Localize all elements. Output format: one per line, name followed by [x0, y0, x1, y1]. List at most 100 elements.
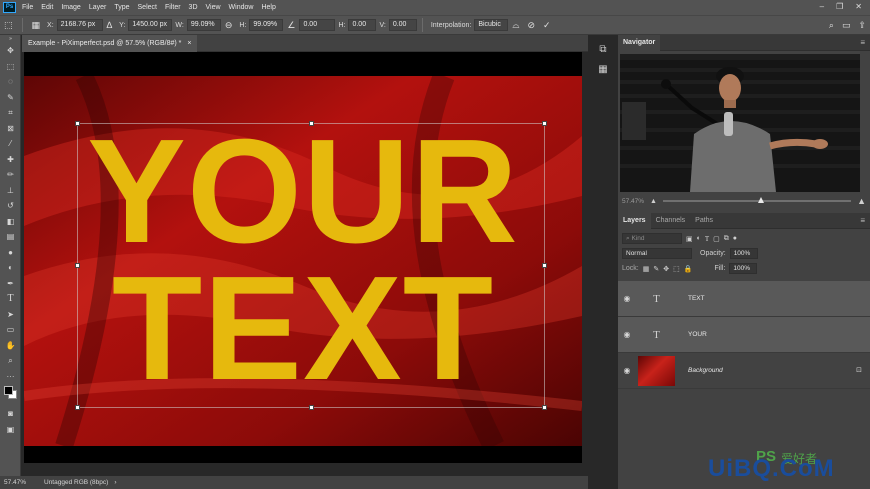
eraser-tool-icon[interactable]: ◧: [0, 214, 21, 230]
y-input[interactable]: 1450.00 px: [128, 19, 173, 31]
menu-layer[interactable]: Layer: [89, 4, 107, 11]
lasso-tool-icon[interactable]: ◌: [0, 74, 21, 90]
hskew-input[interactable]: 0.00: [348, 19, 377, 31]
cancel-icon[interactable]: ⊘: [527, 20, 535, 31]
eyedropper-tool-icon[interactable]: ⁄: [0, 136, 21, 152]
menu-file[interactable]: File: [22, 4, 33, 11]
history-panel-icon[interactable]: ⧉: [595, 44, 611, 60]
lock-position-icon[interactable]: ✥: [663, 265, 669, 273]
gradient-tool-icon[interactable]: ▤: [0, 229, 21, 245]
workspace-icon[interactable]: ▭: [842, 20, 851, 31]
color-swatches[interactable]: [0, 384, 20, 406]
link-icon[interactable]: ⊖: [225, 20, 233, 31]
crop-tool-icon[interactable]: ⌗: [0, 105, 21, 121]
eye-icon[interactable]: ◉: [618, 330, 636, 339]
close-icon[interactable]: ✕: [855, 2, 862, 11]
layer-row[interactable]: ◉ T TEXT: [618, 281, 870, 317]
search-icon[interactable]: ⌕: [829, 20, 834, 31]
zoom-slider-knob[interactable]: [757, 197, 764, 203]
menu-select[interactable]: Select: [138, 4, 157, 11]
panel-menu-icon[interactable]: ≡: [860, 38, 865, 47]
menu-window[interactable]: Window: [229, 4, 254, 11]
layer-name[interactable]: TEXT: [688, 295, 705, 302]
transform-handle-bl[interactable]: [75, 405, 80, 410]
navigator-zoom-value[interactable]: 57.47%: [622, 198, 650, 205]
document-tab[interactable]: Example - PiXimperfect.psd @ 57.5% (RGB/…: [22, 35, 198, 52]
layer-row[interactable]: ◉ T YOUR: [618, 317, 870, 353]
dodge-tool-icon[interactable]: ◐: [0, 260, 21, 276]
fill-input[interactable]: 100%: [729, 263, 758, 274]
menu-view[interactable]: View: [206, 4, 221, 11]
zoom-tool-icon[interactable]: ⌕: [0, 353, 21, 369]
share-icon[interactable]: ⇪: [858, 20, 866, 31]
transform-handle-bm[interactable]: [309, 405, 314, 410]
tab-paths[interactable]: Paths: [690, 213, 718, 229]
zoom-in-icon[interactable]: ▲: [857, 196, 866, 206]
marquee-tool-icon[interactable]: ⬚: [0, 59, 21, 75]
transform-tool-icon[interactable]: ⬚: [4, 20, 13, 31]
clone-stamp-tool-icon[interactable]: ⊥: [0, 183, 21, 199]
navigator-preview[interactable]: [620, 54, 860, 192]
transform-bounding-box[interactable]: [75, 121, 547, 410]
screen-mode-icon[interactable]: ▣: [0, 422, 21, 438]
zoom-slider[interactable]: [662, 197, 852, 203]
opacity-input[interactable]: 100%: [729, 248, 758, 259]
layer-row[interactable]: ◉ Background ⊡: [618, 353, 870, 389]
healing-brush-tool-icon[interactable]: ✚: [0, 152, 21, 168]
menu-3d[interactable]: 3D: [189, 4, 198, 11]
filter-smart-icon[interactable]: ⧉: [724, 235, 729, 243]
delta-icon[interactable]: ∆: [107, 20, 113, 30]
lock-pixels-icon[interactable]: ✎: [653, 265, 659, 273]
warp-icon[interactable]: ⌓: [512, 20, 519, 31]
path-select-tool-icon[interactable]: ➤: [0, 307, 21, 323]
commit-icon[interactable]: ✓: [543, 20, 551, 31]
filter-type-icon[interactable]: T: [705, 235, 709, 243]
maximize-icon[interactable]: ❐: [836, 2, 843, 11]
minimize-icon[interactable]: –: [820, 2, 824, 11]
filter-toggle-icon[interactable]: ●: [733, 235, 737, 242]
more-tools-icon[interactable]: ···: [0, 369, 21, 385]
hand-tool-icon[interactable]: ✋: [0, 338, 21, 354]
status-arrow-icon[interactable]: ›: [114, 479, 116, 486]
filter-pixel-icon[interactable]: ▣: [686, 235, 693, 243]
foreground-color-swatch[interactable]: [4, 386, 13, 395]
x-input[interactable]: 2168.76 px: [56, 19, 103, 31]
menu-help[interactable]: Help: [261, 4, 275, 11]
type-tool-icon[interactable]: T: [0, 291, 21, 307]
menu-filter[interactable]: Filter: [165, 4, 181, 11]
lock-all-icon[interactable]: 🔒: [684, 265, 693, 273]
blend-mode-select[interactable]: Normal: [622, 248, 692, 259]
brush-tool-icon[interactable]: ✏: [0, 167, 21, 183]
tab-layers[interactable]: Layers: [618, 212, 651, 229]
quick-select-tool-icon[interactable]: ✎: [0, 90, 21, 106]
layer-name[interactable]: Background: [688, 367, 723, 374]
transform-handle-ml[interactable]: [75, 263, 80, 268]
filter-adjustment-icon[interactable]: ◐: [697, 235, 701, 242]
eye-icon[interactable]: ◉: [618, 366, 636, 375]
lock-transparent-icon[interactable]: ▦: [643, 265, 650, 273]
transform-handle-tr[interactable]: [542, 121, 547, 126]
tab-close-icon[interactable]: ×: [187, 40, 191, 47]
frame-tool-icon[interactable]: ⊠: [0, 121, 21, 137]
quick-mask-icon[interactable]: ◙: [0, 406, 21, 422]
properties-panel-icon[interactable]: ▦: [595, 64, 611, 80]
status-zoom[interactable]: 57.47%: [4, 479, 44, 486]
width-input[interactable]: 99.09%: [186, 19, 221, 31]
rotation-input[interactable]: 0.00: [299, 19, 336, 31]
lock-icon[interactable]: ⊡: [856, 366, 862, 374]
vskew-input[interactable]: 0.00: [388, 19, 417, 31]
eye-icon[interactable]: ◉: [618, 294, 636, 303]
transform-handle-tl[interactable]: [75, 121, 80, 126]
move-tool-icon[interactable]: ✥: [0, 43, 21, 59]
layer-filter-select[interactable]: ⌕ Kind: [622, 233, 682, 244]
tab-channels[interactable]: Channels: [651, 213, 691, 229]
filter-shape-icon[interactable]: ▢: [713, 235, 720, 243]
canvas[interactable]: YOUR TEXT: [24, 52, 582, 463]
history-brush-tool-icon[interactable]: ↺: [0, 198, 21, 214]
transform-handle-br[interactable]: [542, 405, 547, 410]
blur-tool-icon[interactable]: ●: [0, 245, 21, 261]
pen-tool-icon[interactable]: ✒: [0, 276, 21, 292]
lock-artboard-icon[interactable]: ⬚: [673, 265, 680, 273]
zoom-out-icon[interactable]: ▲: [650, 198, 657, 205]
transform-handle-mr[interactable]: [542, 263, 547, 268]
